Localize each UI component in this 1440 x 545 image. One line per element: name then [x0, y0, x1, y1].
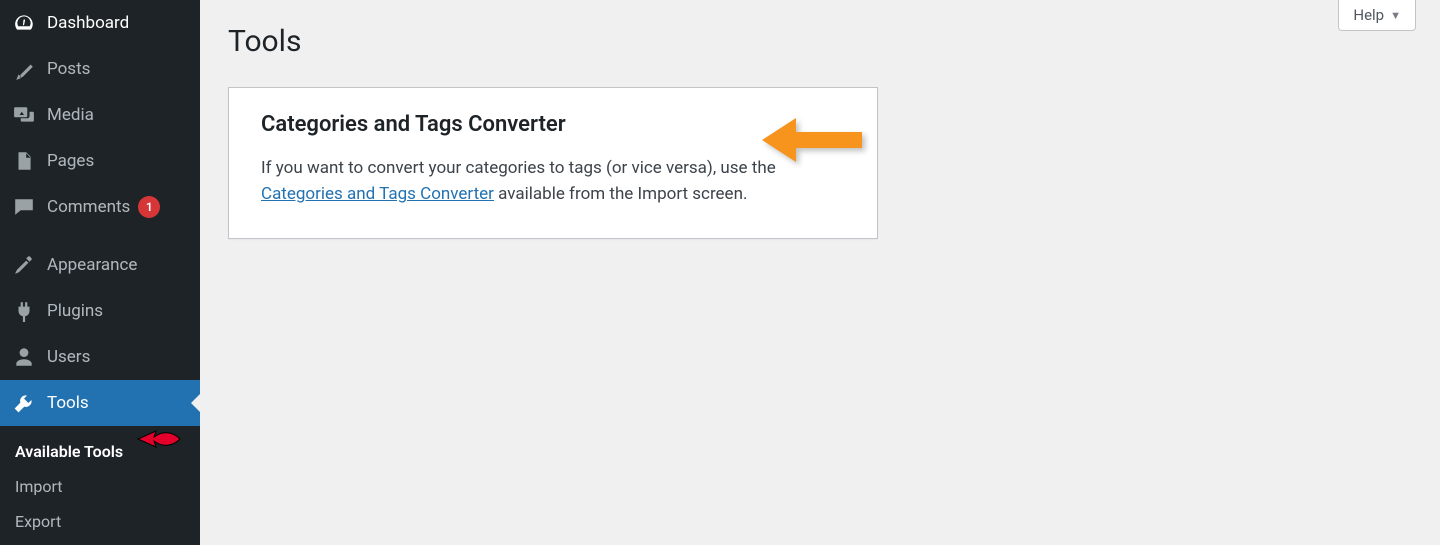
- comment-icon: [11, 194, 37, 220]
- pages-icon: [11, 148, 37, 174]
- sidebar-item-label: Posts: [47, 59, 90, 79]
- wrench-icon: [11, 390, 37, 416]
- help-label: Help: [1353, 6, 1384, 24]
- page-title: Tools: [228, 0, 1412, 59]
- sidebar-item-media[interactable]: Media: [0, 92, 200, 138]
- submenu-label: Available Tools: [15, 442, 123, 461]
- converter-card: Categories and Tags Converter If you wan…: [228, 87, 878, 239]
- help-tab[interactable]: Help ▼: [1338, 0, 1416, 31]
- sidebar-item-label: Media: [47, 105, 94, 125]
- main-content: Help ▼ Tools Categories and Tags Convert…: [200, 0, 1440, 545]
- sidebar-item-tools[interactable]: Tools: [0, 380, 200, 426]
- annotation-red-arrow-icon: [132, 428, 182, 454]
- sidebar-item-appearance[interactable]: Appearance: [0, 242, 200, 288]
- sidebar-item-users[interactable]: Users: [0, 334, 200, 380]
- dashboard-icon: [11, 10, 37, 36]
- sidebar-item-label: Users: [47, 347, 90, 367]
- tools-submenu: Available Tools Import Export: [0, 426, 200, 539]
- brush-icon: [11, 252, 37, 278]
- media-icon: [11, 102, 37, 128]
- sidebar-item-label: Dashboard: [47, 13, 129, 33]
- card-text-before: If you want to convert your categories t…: [261, 158, 776, 178]
- card-title: Categories and Tags Converter: [261, 112, 845, 137]
- chevron-down-icon: ▼: [1390, 9, 1401, 22]
- sidebar-item-label: Comments: [47, 197, 130, 217]
- sidebar-item-plugins[interactable]: Plugins: [0, 288, 200, 334]
- sidebar-item-pages[interactable]: Pages: [0, 138, 200, 184]
- sidebar-item-dashboard[interactable]: Dashboard: [0, 0, 200, 46]
- sidebar-item-label: Tools: [47, 393, 89, 413]
- sidebar-item-comments[interactable]: Comments 1: [0, 184, 200, 230]
- user-icon: [11, 344, 37, 370]
- submenu-item-import[interactable]: Import: [0, 469, 200, 504]
- converter-link[interactable]: Categories and Tags Converter: [261, 184, 494, 204]
- sidebar-item-posts[interactable]: Posts: [0, 46, 200, 92]
- submenu-item-export[interactable]: Export: [0, 504, 200, 539]
- card-text-after: available from the Import screen.: [494, 184, 748, 204]
- sidebar-item-label: Plugins: [47, 301, 103, 321]
- card-description: If you want to convert your categories t…: [261, 155, 845, 208]
- pin-icon: [11, 56, 37, 82]
- plug-icon: [11, 298, 37, 324]
- submenu-label: Import: [15, 477, 63, 496]
- submenu-item-available-tools[interactable]: Available Tools: [0, 426, 200, 469]
- submenu-label: Export: [15, 512, 61, 531]
- sidebar-item-label: Pages: [47, 151, 94, 171]
- comments-badge: 1: [138, 196, 160, 218]
- sidebar-item-label: Appearance: [47, 255, 137, 275]
- admin-sidebar: Dashboard Posts Media Pages Comments 1 A…: [0, 0, 200, 545]
